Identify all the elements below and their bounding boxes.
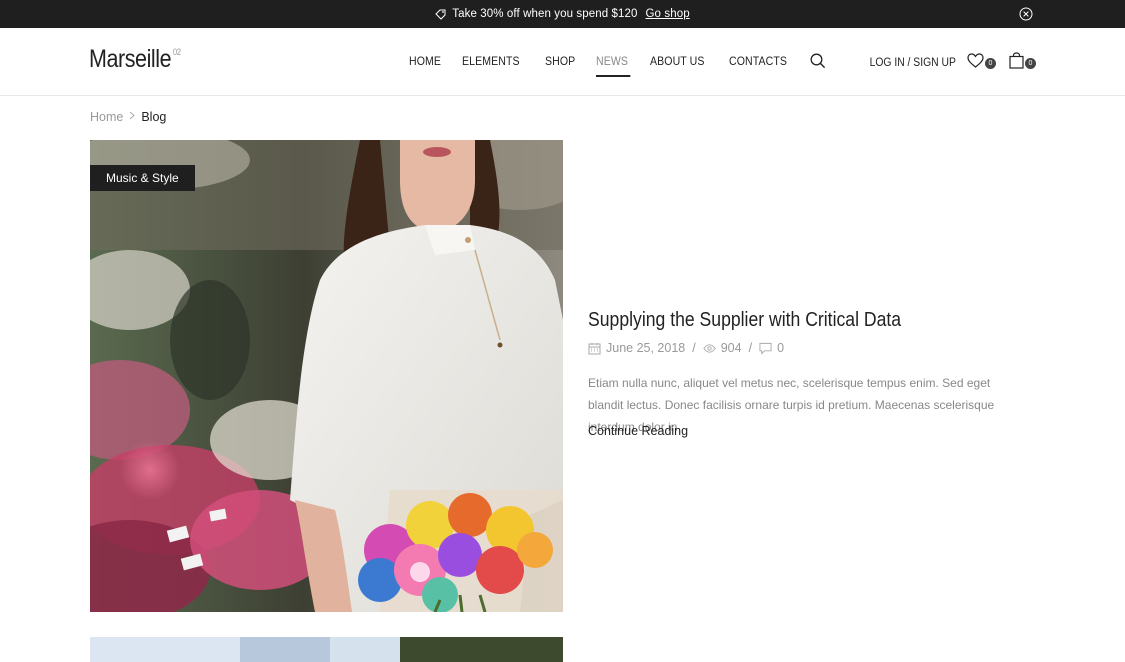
nav-home[interactable]: HOME [409,54,441,68]
post-category-badge[interactable]: Music & Style [90,165,195,191]
shopping-bag-icon [1009,52,1024,74]
cart-button[interactable]: 0 [1009,52,1036,74]
header-tools: LOG IN / SIGN UP 0 0 [860,52,1036,74]
wishlist-count: 0 [985,57,996,69]
post-views: 904 [720,341,742,355]
post-comments: 0 [777,341,785,355]
meta-separator: / [692,341,696,355]
next-post-image[interactable] [90,637,563,662]
post-title[interactable]: Supplying the Supplier with Critical Dat… [588,309,901,332]
breadcrumb-home[interactable]: Home [90,110,123,124]
site-header: Marseille 02 HOME ELEMENTS SHOP NEWS ABOU… [0,28,1125,96]
site-logo[interactable]: Marseille 02 [89,45,181,74]
close-circle-icon[interactable] [1019,7,1033,21]
logo-version: 02 [172,47,181,57]
promo-bar: Take 30% off when you spend $120 Go shop [0,0,1125,28]
nav-contacts[interactable]: CONTACTS [729,54,787,68]
tag-icon [435,8,447,20]
eye-icon [703,342,716,355]
search-icon[interactable] [810,53,826,69]
continue-reading-link[interactable]: Continue Reading [588,424,688,438]
nav-shop[interactable]: SHOP [545,54,575,68]
post-date: June 25, 2018 [606,341,686,355]
login-signup-link[interactable]: LOG IN / SIGN UP [870,57,956,69]
breadcrumb-current: Blog [141,110,167,124]
chevron-right-icon [129,111,136,123]
post-meta: June 25, 2018 / 904 / 0 [588,341,784,355]
nav-about-us[interactable]: ABOUT US [650,54,705,68]
promo-link[interactable]: Go shop [646,8,690,20]
breadcrumb: Home Blog [90,110,166,124]
main-nav: HOME ELEMENTS SHOP NEWS ABOUT US CONTACT… [409,53,826,77]
heart-icon [967,53,984,73]
post-featured-image[interactable] [90,140,563,612]
cart-count: 0 [1025,57,1036,69]
meta-separator: / [748,341,753,355]
promo-text: Take 30% off when you spend $120 [452,8,638,20]
comment-icon[interactable] [759,342,772,355]
calendar-icon [588,342,601,355]
nav-news[interactable]: NEWS [596,54,632,77]
wishlist-button[interactable]: 0 [967,53,996,73]
nav-elements[interactable]: ELEMENTS [462,54,520,68]
